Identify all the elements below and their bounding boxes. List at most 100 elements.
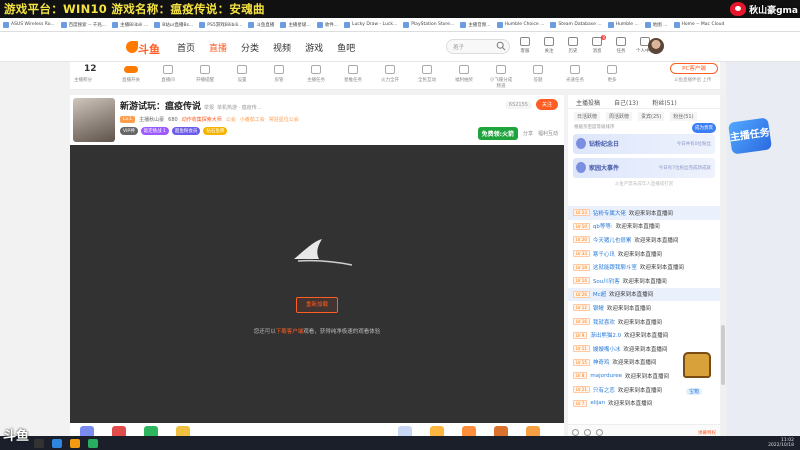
tool-item[interactable]: 开播提醒 — [192, 63, 218, 89]
tool-item[interactable]: 光速任务 — [562, 63, 588, 89]
nav-item-3[interactable]: 视频 — [273, 41, 291, 54]
free-gift-button[interactable]: 免费领:火箭 — [477, 127, 518, 140]
rank-tab-daily[interactable]: 日活跃榜 — [574, 112, 601, 121]
tab-fans[interactable]: 粉丝(51) — [652, 98, 676, 107]
rank-tab-fans[interactable]: 粉丝(51) — [670, 112, 697, 121]
bookmark-item[interactable]: B站ur直播Bs... — [154, 21, 193, 28]
share-button[interactable]: 分享 — [523, 130, 533, 137]
user-menu-item[interactable]: 历史 — [564, 35, 582, 54]
chat-username[interactable]: 寒千心讯 — [593, 250, 615, 258]
tool-item[interactable]: 直播开关 — [118, 63, 144, 89]
tool-item[interactable]: 房管 — [266, 63, 292, 89]
reload-button[interactable]: 重新加载 — [296, 297, 338, 313]
user-avatar[interactable] — [648, 38, 664, 54]
tab-vip[interactable]: 自己(13) — [614, 98, 638, 107]
become-vip-button[interactable]: 成为贵宾 — [692, 123, 716, 133]
welfare-button[interactable]: 福利互动 — [538, 130, 558, 137]
bookmark-item[interactable]: PlayStation Store... — [403, 21, 454, 28]
bookmark-item[interactable]: ASUS Wireless Ro... — [3, 21, 55, 28]
douyu-logo[interactable]: 斗鱼 — [126, 39, 162, 57]
diamond-fan-icon — [576, 138, 586, 149]
follow-button[interactable]: 关注 — [535, 99, 558, 110]
host-name[interactable]: 主播秋山豪 — [139, 116, 164, 123]
chat-username[interactable]: 钻粉专属大佬 — [593, 209, 626, 217]
chat-username[interactable]: 今天猪儿也很累 — [593, 236, 632, 244]
gift-bag-icon[interactable] — [584, 429, 591, 436]
tool-item[interactable]: 火力全开 — [377, 63, 403, 89]
chat-username[interactable]: 神奇鸡 — [593, 358, 610, 366]
search-icon[interactable] — [496, 41, 506, 51]
chat-username[interactable]: 只有之恋 — [593, 386, 615, 394]
user-menu-item[interactable]: 消息 8 — [588, 35, 606, 54]
label-member[interactable]: 超鱼粉会员 — [171, 127, 201, 135]
chat-username[interactable]: majorduree — [590, 373, 622, 379]
chat-username[interactable]: 银鳗 — [593, 304, 604, 312]
bookmark-item[interactable]: Home -- Mac Cloud — [673, 21, 724, 28]
chat-username[interactable]: Sou川钓客 — [593, 277, 620, 285]
bookmark-item[interactable]: 收件... — [316, 21, 338, 28]
label-challenge[interactable]: 敲定挑战 1 — [140, 127, 169, 135]
nav-item-0[interactable]: 首页 — [177, 41, 195, 54]
tool-item[interactable]: 设置 — [229, 63, 255, 89]
explorer-icon[interactable] — [70, 438, 80, 448]
nav-item-2[interactable]: 分类 — [241, 41, 259, 54]
video-player[interactable]: 重新加载 您还可以下载客户端观看，获得纯净极速的观看体验 — [70, 145, 564, 423]
bookmark-item[interactable]: 主播星级... — [280, 21, 311, 28]
edge-icon[interactable] — [52, 438, 62, 448]
home-event-card[interactable]: 家园大事件 今日有7位粉丝完成新成就 — [573, 158, 715, 178]
tool-item[interactable]: 主播任务 — [303, 63, 329, 89]
bookmark-item[interactable]: Steam Database ... — [550, 21, 602, 28]
tab-anchor-post[interactable]: 主播投稿 — [576, 98, 600, 107]
scrollbar-thumb[interactable] — [721, 325, 725, 385]
bookmark-item[interactable]: 斗鱼直播 — [248, 21, 274, 28]
bookmark-item[interactable]: 百度搜索 -- 千兆... — [60, 21, 106, 28]
host-avatar[interactable] — [73, 98, 115, 142]
tool-item[interactable]: 答题 — [525, 63, 551, 89]
label-diamond[interactable]: 钻石鱼牌 — [203, 127, 228, 135]
bookmark-item[interactable]: Humble Choice ... — [496, 21, 544, 28]
xbox-icon[interactable] — [88, 438, 98, 448]
tool-item[interactable]: 小飞碟分成频道 — [488, 63, 514, 89]
user-menu-item[interactable]: 客服 — [516, 35, 534, 54]
anchor-task-badge[interactable]: 主播任务 — [727, 117, 773, 155]
chat-username[interactable]: elijan — [590, 400, 605, 406]
bookmark-item[interactable]: 主播音频... — [460, 21, 491, 28]
bookmark-item[interactable]: 主播Bilibili ... — [112, 21, 148, 28]
chat-scrollbar[interactable] — [721, 95, 725, 440]
bookmark-item[interactable]: 地图 ... — [644, 21, 668, 28]
barrage-privilege-link[interactable]: 弹幕特权 — [698, 430, 716, 436]
chat-username[interactable]: 我就喜欢 — [593, 318, 615, 326]
nav-item-1[interactable]: 直播 — [209, 41, 227, 54]
chat-username[interactable]: qb等等: — [593, 222, 613, 230]
rank-tab-weekly[interactable]: 周活跃榜 — [606, 112, 633, 121]
tool-item[interactable]: 直播间 — [155, 63, 181, 89]
bookmark-item[interactable]: Humble ... — [607, 21, 639, 28]
download-client-link[interactable]: 下载客户端 — [276, 329, 304, 335]
tool-item[interactable]: 福利抽奖 — [451, 63, 477, 89]
report-link[interactable]: 举报 — [204, 104, 214, 111]
room-category[interactable]: 单机热游 · 瘟疫传... — [217, 104, 262, 111]
douyu-shark-fin-icon — [294, 239, 353, 266]
fan-anniversary-card[interactable]: 钻粉纪念日 今日共有0位粉丝 — [573, 134, 715, 154]
rank-tab-vip[interactable]: 贵宾(25) — [638, 112, 665, 121]
chat-username[interactable]: 嫂嫂嘴小冰 — [593, 345, 621, 353]
settings-icon[interactable] — [596, 429, 603, 436]
tool-item[interactable]: 更多 — [599, 63, 625, 89]
bookmark-item[interactable]: PS5游戏Bilibili... — [199, 21, 242, 28]
bookmark-item[interactable]: Lucky Draw - Luck... — [344, 21, 397, 28]
pc-client-button[interactable]: PC客户端 — [670, 63, 718, 74]
nav-item-5[interactable]: 鱼吧 — [337, 41, 355, 54]
tool-item[interactable]: 全民互动 — [414, 63, 440, 89]
tool-item[interactable]: 星推任务 — [340, 63, 366, 89]
chat-username[interactable]: 这就能跟我聊斗室 — [593, 263, 637, 271]
vip-label[interactable]: VIP神 — [120, 127, 138, 135]
tool-label: 光速任务 — [566, 78, 584, 83]
chat-username[interactable]: 渐出熊猫2.0 — [590, 331, 621, 339]
nav-item-4[interactable]: 游戏 — [305, 41, 323, 54]
user-menu-item[interactable]: 关注 — [540, 35, 558, 54]
start-icon[interactable] — [34, 438, 44, 448]
emoji-icon[interactable] — [572, 429, 579, 436]
user-menu-item[interactable]: 任务 — [612, 35, 630, 54]
treasure-chest-icon[interactable] — [683, 352, 711, 378]
chat-username[interactable]: Mc超 — [593, 290, 606, 298]
